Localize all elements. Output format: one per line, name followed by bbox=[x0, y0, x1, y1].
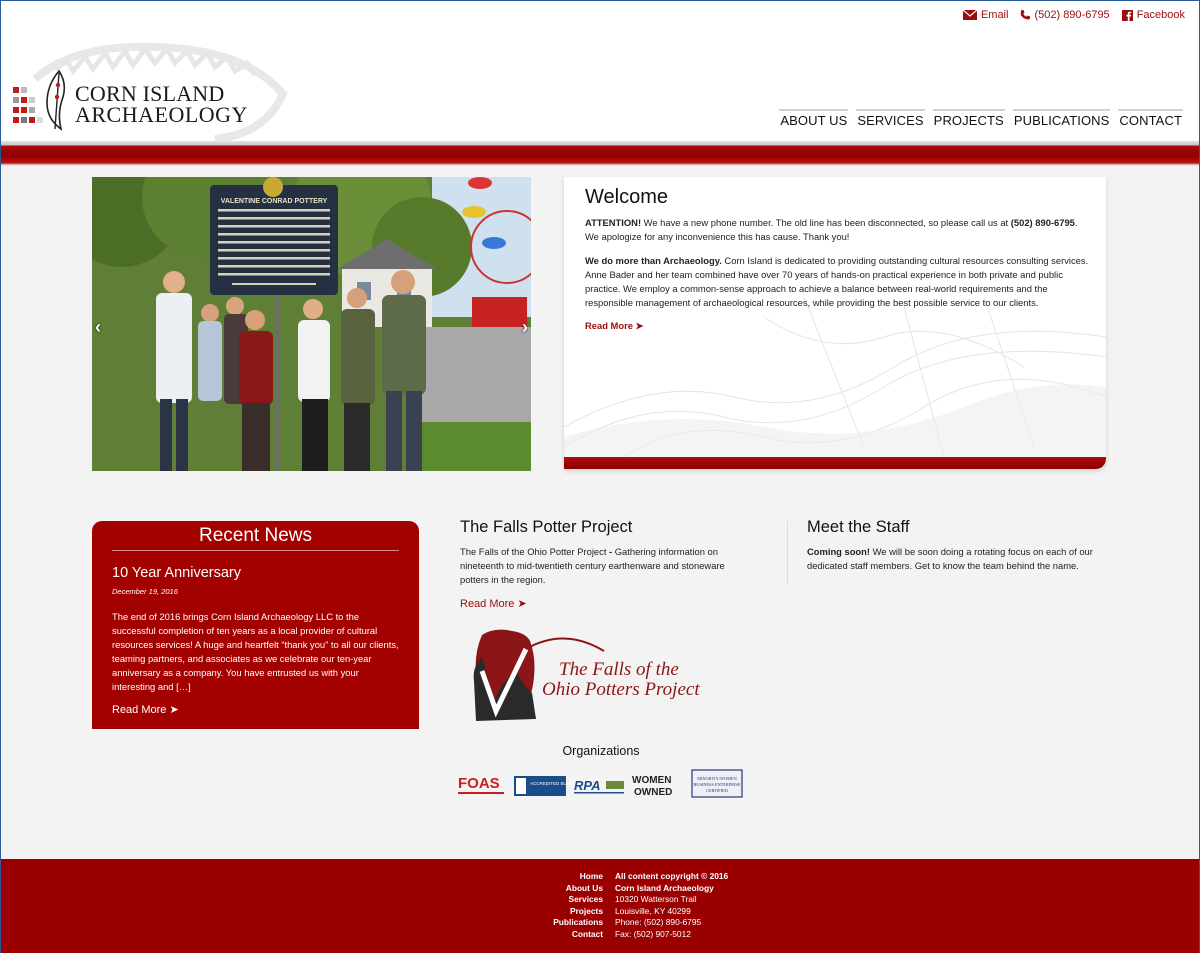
footer-link-projects[interactable]: Projects bbox=[553, 906, 603, 918]
footer-address-2: Louisville, KY 40299 bbox=[615, 905, 691, 916]
falls-logo-line-1: The Falls of the bbox=[559, 659, 679, 680]
slider-next-icon[interactable]: › bbox=[522, 317, 528, 338]
footer-company: Corn Island Archaeology bbox=[615, 882, 714, 893]
welcome-title: Welcome bbox=[585, 186, 668, 208]
organization-logos: FOAS ACCREDITED BUSINESS RPA WOMEN OWNED… bbox=[458, 769, 743, 798]
marker-title: VALENTINE CONRAD POTTERY bbox=[221, 198, 328, 205]
bbb-logo[interactable]: ACCREDITED BUSINESS bbox=[514, 776, 583, 796]
slider-prev-icon[interactable]: ‹ bbox=[95, 317, 101, 338]
attention-phone: (502) 890-6795 bbox=[1010, 217, 1075, 228]
chevron-circle-right-icon: ➤ bbox=[635, 320, 644, 331]
nav-projects[interactable]: PROJECTS bbox=[932, 109, 1005, 128]
mwbe-logo-line-3: CERTIFIED bbox=[706, 788, 728, 793]
page: Email (502) 890-6795 Facebook CORN ISLAN… bbox=[0, 0, 1200, 953]
footer-address-1: 10320 Watterson Trail bbox=[615, 894, 697, 905]
main-nav: ABOUT US SERVICES PROJECTS PUBLICATIONS … bbox=[779, 109, 1183, 128]
facebook-link[interactable]: Facebook bbox=[1121, 9, 1185, 21]
footer-fax: Fax: (502) 907-5012 bbox=[615, 928, 691, 939]
news-heading: Recent News bbox=[199, 525, 312, 546]
email-link[interactable]: Email bbox=[962, 9, 1009, 21]
phone-icon bbox=[1021, 10, 1031, 20]
header-red-band bbox=[1, 141, 1199, 167]
logo-wordmark: CORN ISLAND ARCHAEOLOGY bbox=[75, 81, 248, 127]
site-logo[interactable]: CORN ISLAND ARCHAEOLOGY bbox=[13, 67, 253, 137]
footer-link-services[interactable]: Services bbox=[553, 894, 603, 906]
nav-publications[interactable]: PUBLICATIONS bbox=[1012, 109, 1111, 128]
top-contact-bar: Email (502) 890-6795 Facebook bbox=[962, 9, 1185, 21]
rpa-logo[interactable]: RPA bbox=[574, 778, 624, 794]
chevron-circle-right-icon: ➤ bbox=[169, 704, 179, 716]
welcome-panel: Welcome ATTENTION! We have a new phone n… bbox=[564, 177, 1106, 469]
phone-link[interactable]: (502) 890-6795 bbox=[1020, 9, 1110, 21]
facebook-label: Facebook bbox=[1136, 9, 1185, 21]
falls-text-a: The Falls of the Ohio Potter Project bbox=[460, 546, 610, 557]
women-logo-line-1: WOMEN bbox=[632, 775, 671, 786]
intro-lead: We do more than Archaeology. bbox=[585, 255, 722, 266]
welcome-red-bottom bbox=[564, 457, 1106, 469]
attention-label: ATTENTION! bbox=[585, 217, 642, 228]
falls-potters-logo[interactable]: The Falls of the Ohio Potters Project bbox=[464, 627, 714, 725]
falls-description: The Falls of the Ohio Potter Project - G… bbox=[460, 545, 740, 587]
welcome-read-more-label: Read More bbox=[585, 320, 633, 331]
news-read-more-label: Read More bbox=[112, 704, 167, 716]
staff-description: Coming soon! We will be soon doing a rot… bbox=[807, 545, 1097, 573]
footer-link-publications[interactable]: Publications bbox=[553, 917, 603, 929]
nav-contact[interactable]: CONTACT bbox=[1118, 109, 1183, 128]
rpa-logo-text: RPA bbox=[574, 778, 600, 793]
photo-slider: VALENTINE CONRAD POTTERY ‹ › bbox=[92, 177, 531, 471]
slider-photo: VALENTINE CONRAD POTTERY bbox=[92, 177, 531, 471]
logo-line-2: ARCHAEOLOGY bbox=[75, 102, 248, 127]
falls-read-more-label: Read More bbox=[460, 598, 515, 610]
nav-services[interactable]: SERVICES bbox=[856, 109, 925, 128]
welcome-read-more-link[interactable]: Read More ➤ bbox=[585, 320, 643, 332]
chevron-circle-right-icon: ➤ bbox=[517, 598, 527, 610]
email-label: Email bbox=[980, 9, 1009, 21]
footer-link-contact[interactable]: Contact bbox=[553, 929, 603, 941]
foas-logo[interactable]: FOAS bbox=[458, 775, 504, 794]
phone-label: (502) 890-6795 bbox=[1034, 9, 1110, 21]
site-header: Email (502) 890-6795 Facebook CORN ISLAN… bbox=[1, 1, 1199, 143]
intro-paragraph: We do more than Archaeology. Corn Island… bbox=[585, 254, 1090, 310]
news-divider bbox=[112, 550, 399, 551]
women-logo-line-2: OWNED bbox=[634, 787, 672, 798]
envelope-icon bbox=[962, 10, 977, 20]
organizations-heading: Organizations bbox=[562, 744, 640, 758]
meet-staff-section: Meet the Staff Coming soon! We will be s… bbox=[807, 518, 1107, 573]
footer-links: Home About Us Services Projects Publicat… bbox=[553, 871, 603, 941]
footer-link-about-us[interactable]: About Us bbox=[553, 883, 603, 895]
footer-copyright: All content copyright © 2016 bbox=[615, 871, 729, 881]
footer-info: All content copyright © 2016 Corn Island… bbox=[615, 871, 728, 941]
mwbe-logo[interactable]: MINORITY/WOMEN BUSINESS ENTERPRISE CERTI… bbox=[691, 769, 743, 798]
facebook-icon bbox=[1121, 9, 1133, 21]
footer-link-home[interactable]: Home bbox=[553, 871, 603, 883]
section-divider bbox=[787, 521, 788, 585]
staff-lead: Coming soon! bbox=[807, 546, 871, 557]
women-owned-logo[interactable]: WOMEN OWNED bbox=[632, 775, 672, 798]
mwbe-logo-line-2: BUSINESS ENTERPRISE bbox=[694, 782, 741, 787]
foas-logo-text: FOAS bbox=[458, 775, 500, 792]
mwbe-logo-line-1: MINORITY/WOMEN bbox=[697, 776, 736, 781]
falls-read-more-link[interactable]: Read More ➤ bbox=[460, 597, 760, 610]
news-title[interactable]: 10 Year Anniversary bbox=[112, 565, 241, 581]
news-read-more-link[interactable]: Read More ➤ bbox=[112, 703, 179, 716]
falls-logo-line-2: Ohio Potters Project bbox=[542, 679, 700, 700]
nav-about-us[interactable]: ABOUT US bbox=[779, 109, 849, 128]
site-footer: Home About Us Services Projects Publicat… bbox=[1, 859, 1199, 953]
map-watermark bbox=[564, 297, 1106, 457]
logo-line-1: CORN ISLAND bbox=[75, 81, 225, 106]
staff-title: Meet the Staff bbox=[807, 518, 910, 536]
news-date: December 19, 2016 bbox=[112, 587, 178, 596]
recent-news-box: Recent News 10 Year Anniversary December… bbox=[92, 521, 419, 729]
news-excerpt: The end of 2016 brings Corn Island Archa… bbox=[112, 611, 399, 692]
logo-mark-icon bbox=[13, 69, 66, 131]
attention-text-a: We have a new phone number. The old line… bbox=[641, 217, 1011, 228]
falls-potter-section: The Falls Potter Project The Falls of th… bbox=[460, 518, 760, 610]
attention-paragraph: ATTENTION! We have a new phone number. T… bbox=[585, 216, 1090, 244]
falls-title: The Falls Potter Project bbox=[460, 518, 633, 536]
footer-phone: Phone: (502) 890-6795 bbox=[615, 917, 702, 928]
